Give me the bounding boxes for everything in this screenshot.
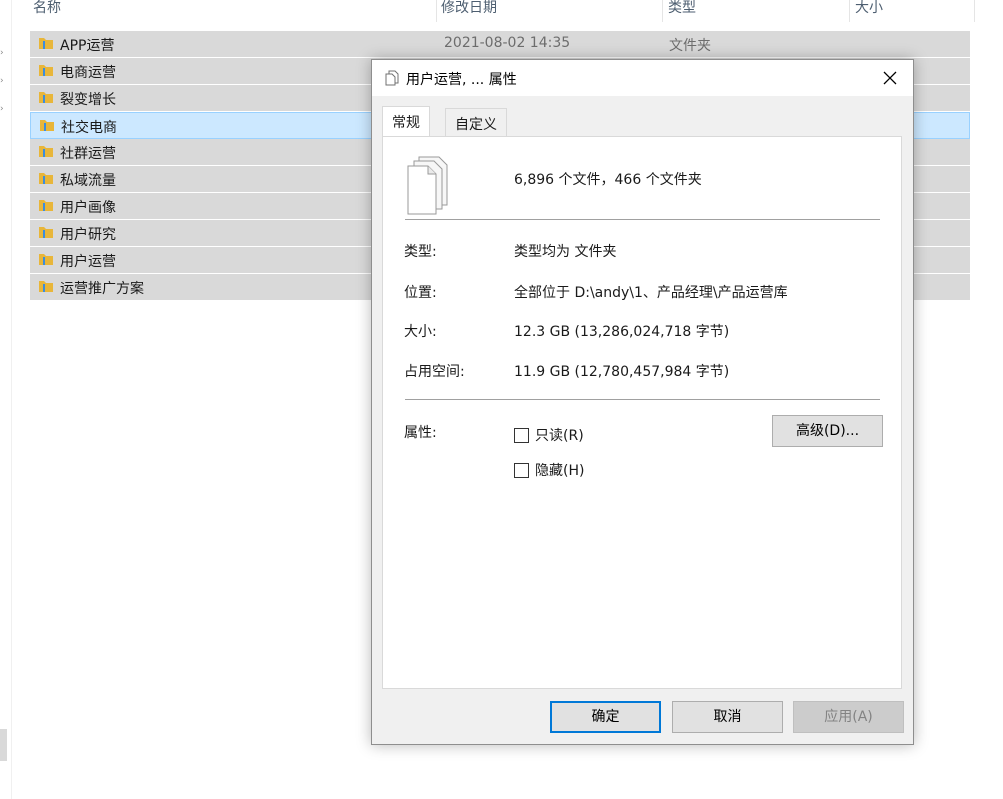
ok-button[interactable]: 确定 bbox=[550, 701, 661, 733]
folder-icon bbox=[39, 173, 53, 184]
multiple-files-icon bbox=[385, 70, 399, 86]
dialog-titlebar[interactable]: 用户运营, ... 属性 bbox=[372, 60, 913, 96]
file-name: 运营推广方案 bbox=[60, 281, 144, 297]
dialog-title: 用户运营, ... 属性 bbox=[406, 72, 517, 88]
folder-icon bbox=[39, 38, 53, 49]
file-name: 用户画像 bbox=[60, 200, 116, 216]
file-name: 用户研究 bbox=[60, 227, 116, 243]
folder-icon bbox=[39, 281, 53, 292]
close-icon bbox=[883, 71, 897, 85]
file-name: 裂变增长 bbox=[60, 92, 116, 108]
file-name: 社群运营 bbox=[60, 146, 116, 162]
hidden-label: 隐藏(H) bbox=[535, 463, 585, 479]
divider bbox=[405, 399, 880, 400]
column-header: 名称 修改日期 类型 大小 bbox=[30, 0, 975, 22]
apply-button[interactable]: 应用(A) bbox=[793, 701, 904, 733]
file-name: 私域流量 bbox=[60, 173, 116, 189]
checkbox-box[interactable] bbox=[514, 462, 529, 478]
readonly-label: 只读(R) bbox=[535, 428, 584, 444]
folder-icon bbox=[39, 200, 53, 211]
navigation-pane: › › › bbox=[0, 0, 12, 799]
chevron-right-icon[interactable]: › bbox=[0, 104, 4, 114]
advanced-button[interactable]: 高级(D)... bbox=[772, 415, 883, 447]
tab-general[interactable]: 常规 bbox=[382, 106, 430, 136]
column-type[interactable]: 类型 bbox=[665, 0, 696, 22]
properties-dialog: 用户运营, ... 属性 常规 自定义 6,896 个文件，466 个文件夹 类… bbox=[371, 59, 914, 745]
file-name: 用户运营 bbox=[60, 254, 116, 270]
multiple-files-icon bbox=[407, 156, 448, 215]
file-name: APP运营 bbox=[60, 38, 115, 54]
close-button[interactable] bbox=[867, 60, 913, 96]
general-tab-panel: 6,896 个文件，466 个文件夹 类型: 类型均为 文件夹 位置: 全部位于… bbox=[382, 136, 902, 689]
file-name: 电商运营 bbox=[60, 65, 116, 81]
location-value: 全部位于 D:\andy\1、产品经理\产品运营库 bbox=[514, 285, 788, 301]
divider bbox=[405, 219, 880, 220]
file-count-summary: 6,896 个文件，466 个文件夹 bbox=[514, 172, 702, 188]
file-list-row[interactable]: APP运营 2021-08-02 14:35 文件夹 bbox=[30, 31, 970, 58]
tab-custom[interactable]: 自定义 bbox=[445, 108, 507, 136]
file-modified-date: 2021-08-02 14:35 bbox=[444, 35, 571, 51]
chevron-right-icon[interactable]: › bbox=[0, 76, 4, 86]
folder-icon bbox=[40, 120, 54, 131]
folder-icon bbox=[39, 227, 53, 238]
size-on-disk-label: 占用空间: bbox=[404, 364, 465, 380]
column-separator[interactable] bbox=[974, 0, 975, 22]
folder-icon bbox=[39, 92, 53, 103]
column-date[interactable]: 修改日期 bbox=[438, 0, 497, 22]
checkbox-box[interactable] bbox=[514, 427, 529, 443]
type-value: 类型均为 文件夹 bbox=[514, 244, 617, 260]
folder-icon bbox=[39, 65, 53, 76]
folder-icon bbox=[39, 254, 53, 265]
column-separator[interactable] bbox=[662, 0, 663, 22]
hidden-checkbox[interactable]: 隐藏(H) bbox=[514, 460, 584, 480]
location-label: 位置: bbox=[404, 285, 437, 301]
folder-icon bbox=[39, 146, 53, 157]
column-separator[interactable] bbox=[436, 0, 437, 22]
cancel-button[interactable]: 取消 bbox=[672, 701, 783, 733]
column-name[interactable]: 名称 bbox=[30, 0, 61, 22]
column-size[interactable]: 大小 bbox=[852, 0, 883, 22]
size-value: 12.3 GB (13,286,024,718 字节) bbox=[514, 324, 730, 340]
size-label: 大小: bbox=[404, 324, 437, 340]
scrollbar-thumb[interactable] bbox=[0, 729, 7, 761]
attributes-label: 属性: bbox=[404, 425, 437, 441]
file-name: 社交电商 bbox=[61, 120, 117, 136]
type-label: 类型: bbox=[404, 244, 437, 260]
chevron-right-icon[interactable]: › bbox=[0, 48, 4, 58]
readonly-checkbox[interactable]: 只读(R) bbox=[514, 425, 584, 445]
size-on-disk-value: 11.9 GB (12,780,457,984 字节) bbox=[514, 364, 730, 380]
file-type: 文件夹 bbox=[669, 38, 711, 54]
column-separator[interactable] bbox=[849, 0, 850, 22]
